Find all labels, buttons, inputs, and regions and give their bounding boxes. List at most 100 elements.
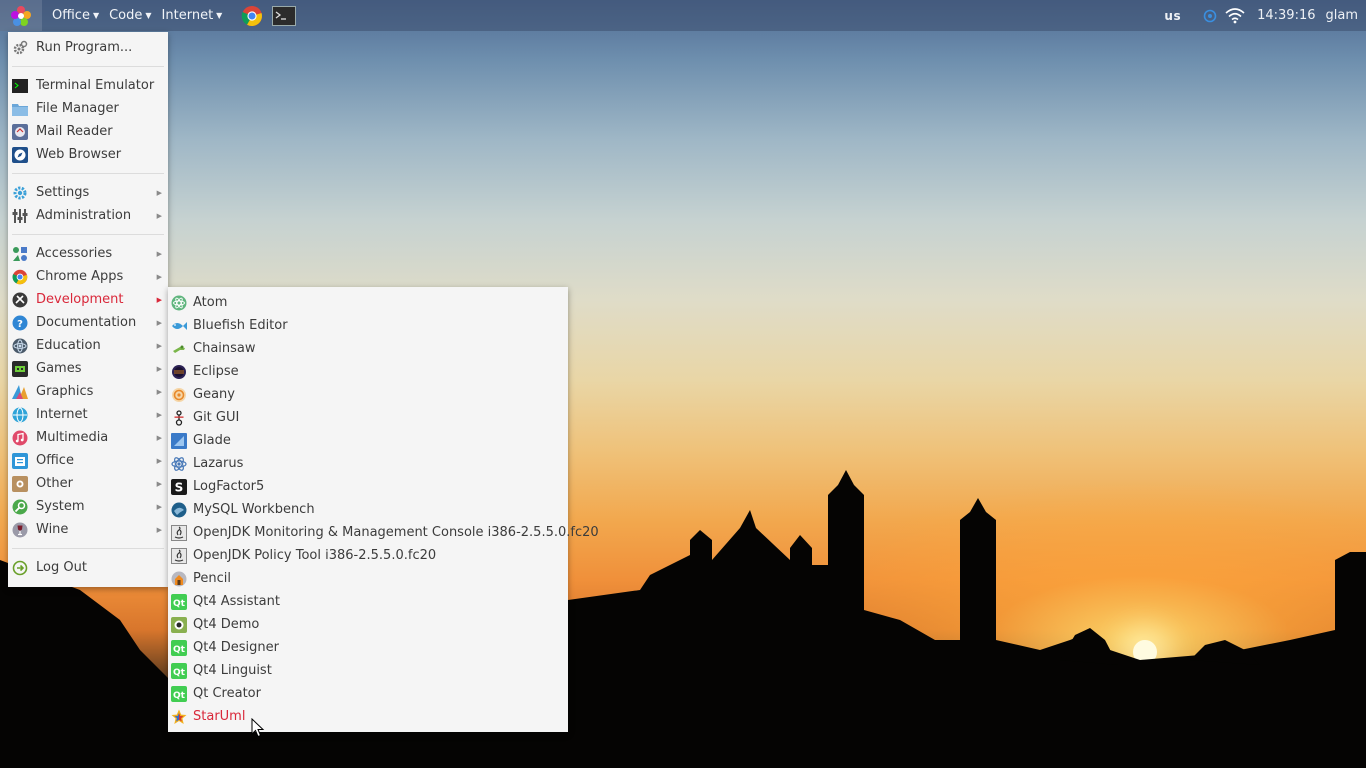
menu-item-label: Development — [36, 292, 124, 307]
qt-demo-icon — [171, 616, 187, 633]
submenu-item-atom[interactable]: Atom — [168, 291, 568, 314]
submenu-arrow-icon: ▶ — [156, 410, 162, 419]
submenu-item-openjdk-monitoring[interactable]: OpenJDK Monitoring & Management Console … — [168, 521, 599, 544]
submenu-arrow-icon: ▶ — [156, 272, 162, 281]
submenu-item-qt4-demo[interactable]: Qt4 Demo — [168, 613, 568, 636]
caret-down-icon: ▼ — [216, 11, 223, 20]
menu-item-mail-reader[interactable]: Mail Reader — [8, 120, 168, 143]
info-circle-icon — [1203, 9, 1217, 22]
submenu-item-label: Pencil — [193, 571, 231, 586]
application-menu-button[interactable] — [0, 0, 42, 31]
menu-item-education[interactable]: Education ▶ — [8, 334, 168, 357]
menu-item-settings[interactable]: Settings ▶ — [8, 181, 168, 204]
multicolor-flower-icon — [11, 5, 31, 26]
menu-item-label: Office — [36, 453, 74, 468]
keyboard-layout-indicator[interactable]: us — [1164, 9, 1181, 23]
menu-item-label: Education — [36, 338, 101, 353]
mysql-workbench-icon — [171, 502, 187, 518]
menu-item-wine[interactable]: Wine ▶ — [8, 518, 168, 541]
menu-item-games[interactable]: Games ▶ — [8, 357, 168, 380]
submenu-arrow-icon: ▶ — [156, 211, 162, 220]
submenu-item-label: Qt Creator — [193, 686, 261, 701]
menu-item-run-program[interactable]: Run Program... — [8, 36, 168, 59]
menu-item-accessories[interactable]: Accessories ▶ — [8, 242, 168, 265]
menu-item-log-out[interactable]: Log Out — [8, 556, 168, 579]
glade-icon — [171, 432, 187, 449]
submenu-item-qt-creator[interactable]: Qt Qt Creator — [168, 682, 568, 705]
submenu-arrow-icon: ▶ — [156, 249, 162, 258]
menu-item-development[interactable]: Development ▶ — [8, 288, 168, 311]
submenu-item-git-gui[interactable]: Git GUI — [168, 406, 568, 429]
menu-item-multimedia[interactable]: Multimedia ▶ — [8, 426, 168, 449]
office-icon — [12, 452, 28, 469]
submenu-item-openjdk-policy-tool[interactable]: OpenJDK Policy Tool i386-2.5.5.0.fc20 — [168, 544, 568, 567]
update-indicator[interactable] — [1203, 9, 1217, 23]
mail-icon — [12, 123, 28, 140]
menu-item-other[interactable]: Other ▶ — [8, 472, 168, 495]
menu-separator — [12, 234, 164, 235]
menu-item-office[interactable]: Office ▶ — [8, 449, 168, 472]
launcher-terminal[interactable] — [272, 4, 297, 28]
panel-menu-internet[interactable]: Internet ▼ — [162, 8, 229, 23]
graphics-icon — [12, 384, 28, 400]
chrome-icon — [12, 269, 28, 285]
menu-item-label: Wine — [36, 522, 69, 537]
submenu-arrow-icon: ▶ — [156, 502, 162, 511]
panel-menu-code[interactable]: Code ▼ — [109, 8, 157, 23]
menu-item-label: Log Out — [36, 560, 87, 575]
submenu-arrow-icon: ▶ — [156, 188, 162, 197]
menu-item-terminal-emulator[interactable]: Terminal Emulator — [8, 74, 168, 97]
menu-item-system[interactable]: System ▶ — [8, 495, 168, 518]
qt-icon: Qt — [171, 662, 187, 679]
java-icon — [171, 547, 187, 564]
network-indicator[interactable] — [1225, 7, 1245, 24]
menu-item-administration[interactable]: Administration ▶ — [8, 204, 168, 227]
games-icon — [12, 360, 28, 377]
submenu-item-mysql-workbench[interactable]: MySQL Workbench — [168, 498, 568, 521]
submenu-item-label: Qt4 Linguist — [193, 663, 272, 678]
clock[interactable]: 14:39:16 — [1257, 8, 1315, 23]
qt-icon: Qt — [171, 639, 187, 656]
menu-item-label: Terminal Emulator — [36, 78, 155, 93]
git-icon — [171, 409, 187, 426]
submenu-item-label: Qt4 Assistant — [193, 594, 280, 609]
terminal-icon — [12, 78, 28, 94]
submenu-item-pencil[interactable]: Pencil — [168, 567, 568, 590]
system-tray: us 14:39:16 glam — [1164, 0, 1366, 31]
launcher-chrome[interactable] — [240, 4, 264, 28]
panel-menu-label: Internet — [161, 8, 214, 23]
menu-item-web-browser[interactable]: Web Browser — [8, 143, 168, 166]
submenu-item-staruml[interactable]: StarUml — [168, 705, 568, 728]
logfactor5-icon: S — [171, 478, 187, 495]
submenu-item-label: Qt4 Demo — [193, 617, 260, 632]
submenu-item-geany[interactable]: Geany — [168, 383, 568, 406]
submenu-arrow-icon: ▶ — [156, 318, 162, 327]
staruml-icon — [171, 709, 187, 725]
menu-separator — [12, 173, 164, 174]
sliders-icon — [12, 208, 28, 224]
menu-item-label: Chrome Apps — [36, 269, 124, 284]
panel-menu-office[interactable]: Office ▼ — [52, 8, 105, 23]
submenu-item-lazarus[interactable]: Lazarus — [168, 452, 568, 475]
user-name[interactable]: glam — [1326, 8, 1359, 23]
submenu-item-qt4-designer[interactable]: Qt Qt4 Designer — [168, 636, 568, 659]
submenu-item-glade[interactable]: Glade — [168, 429, 568, 452]
menu-item-chrome-apps[interactable]: Chrome Apps ▶ — [8, 265, 168, 288]
submenu-item-chainsaw[interactable]: Chainsaw — [168, 337, 568, 360]
submenu-item-logfactor5[interactable]: S LogFactor5 — [168, 475, 568, 498]
help-icon: ? — [12, 315, 28, 331]
music-icon — [12, 430, 28, 446]
menu-item-internet[interactable]: Internet ▶ — [8, 403, 168, 426]
submenu-item-qt4-assistant[interactable]: Qt Qt4 Assistant — [168, 590, 568, 613]
menu-item-label: Mail Reader — [36, 124, 113, 139]
menu-item-label: Games — [36, 361, 82, 376]
menu-item-graphics[interactable]: Graphics ▶ — [8, 380, 168, 403]
submenu-item-bluefish-editor[interactable]: Bluefish Editor — [168, 314, 568, 337]
menu-item-documentation[interactable]: ? Documentation ▶ — [8, 311, 168, 334]
submenu-arrow-icon: ▶ — [156, 341, 162, 350]
menu-item-label: File Manager — [36, 101, 119, 116]
development-icon — [12, 292, 28, 308]
submenu-item-qt4-linguist[interactable]: Qt Qt4 Linguist — [168, 659, 568, 682]
menu-item-file-manager[interactable]: File Manager — [8, 97, 168, 120]
submenu-item-eclipse[interactable]: Eclipse — [168, 360, 568, 383]
